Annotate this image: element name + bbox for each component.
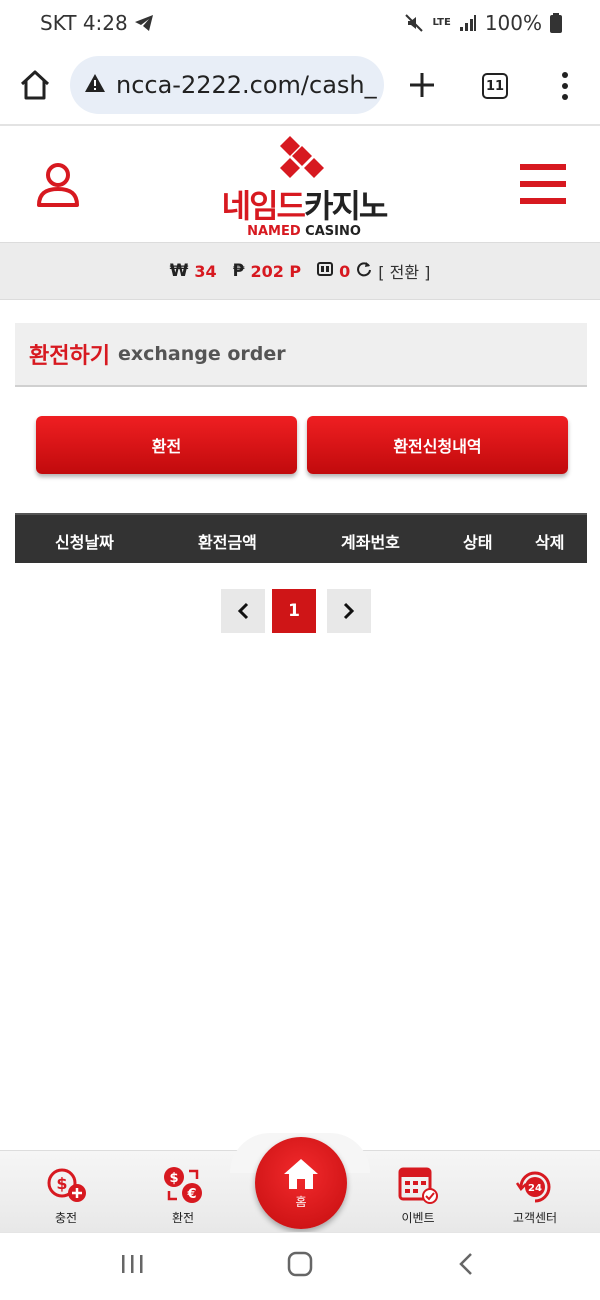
exchange-history-button[interactable]: 환전신청내역 xyxy=(307,416,568,474)
page-number-current[interactable]: 1 xyxy=(272,589,316,633)
prev-page-button[interactable] xyxy=(221,589,265,633)
lte-icon: LTE xyxy=(432,17,451,28)
new-tab-icon[interactable] xyxy=(405,68,439,106)
logo-english-red: NAMED xyxy=(247,224,301,239)
bottom-nav: $ 충전 $ € 환전 홈 이벤트 24 고객센터 xyxy=(0,1133,600,1232)
telegram-icon xyxy=(134,14,154,32)
browser-toolbar: ncca-2222.com/cash_ 11 xyxy=(0,46,600,126)
swap-button[interactable]: [ 전환 ] xyxy=(378,259,430,283)
site-header: 네임드카지노 NAMED CASINO xyxy=(0,128,600,242)
balance-bar: ₩ 34 ₱ 202 P 0 [ 전환 ] xyxy=(0,242,600,300)
house-icon xyxy=(284,1158,318,1189)
column-header-status: 상태 xyxy=(463,533,493,552)
nav-item-support[interactable]: 24 고객센터 xyxy=(495,1165,575,1226)
chevron-left-icon xyxy=(237,602,249,620)
column-header-amount: 환전금액 xyxy=(198,533,257,552)
battery-icon xyxy=(550,13,562,33)
column-header-account: 계좌번호 xyxy=(341,533,400,552)
nav-label-support: 고객센터 xyxy=(512,1211,558,1225)
chevron-right-icon xyxy=(343,602,355,620)
currency-exchange-icon: $ € xyxy=(164,1167,202,1203)
point-balance: 202 P xyxy=(250,261,302,281)
tab-switcher-button[interactable]: 11 xyxy=(482,73,508,99)
svg-text:$: $ xyxy=(56,1174,67,1193)
system-navigation-bar xyxy=(0,1232,600,1300)
more-options-icon[interactable] xyxy=(555,70,575,106)
won-icon: ₩ xyxy=(169,261,189,281)
chip-icon xyxy=(317,261,334,281)
svg-text:$: $ xyxy=(169,1171,178,1186)
signal-icon xyxy=(459,14,477,32)
nav-label-exchange: 환전 xyxy=(171,1211,195,1225)
nav-label-event: 이벤트 xyxy=(401,1211,435,1225)
column-header-delete: 삭제 xyxy=(535,533,565,552)
battery-text: 100% xyxy=(484,11,542,35)
chip-balance: 0 xyxy=(339,261,351,281)
refresh-icon[interactable] xyxy=(356,261,372,281)
logo-english-dark: CASINO xyxy=(300,224,361,239)
nav-item-event[interactable]: 이벤트 xyxy=(378,1165,458,1226)
support-24-icon: 24 xyxy=(515,1171,551,1203)
logo-korean: 네임드카지노 xyxy=(214,190,394,222)
won-balance: 34 xyxy=(194,261,217,281)
next-page-button[interactable] xyxy=(327,589,371,633)
column-header-date: 신청날짜 xyxy=(55,533,114,552)
svg-text:24: 24 xyxy=(528,1183,542,1194)
site-logo[interactable]: 네임드카지노 NAMED CASINO xyxy=(214,136,394,238)
page-title-korean: 환전하기 xyxy=(29,344,110,369)
svg-text:€: € xyxy=(186,1187,196,1202)
carrier-time: SKT 4:28 xyxy=(40,11,128,35)
logo-korean-dark: 카지노 xyxy=(304,187,388,225)
warning-icon[interactable] xyxy=(84,73,106,97)
nav-item-exchange[interactable]: $ € 환전 xyxy=(143,1165,223,1226)
status-bar: SKT 4:28 LTE 100% xyxy=(0,0,600,46)
address-bar[interactable]: ncca-2222.com/cash_ xyxy=(70,56,384,114)
user-icon[interactable] xyxy=(36,162,80,212)
url-text[interactable]: ncca-2222.com/cash_ xyxy=(116,71,377,99)
table-header: 신청날짜 환전금액 계좌번호 상태 삭제 xyxy=(15,513,587,563)
nav-item-home[interactable]: 홈 xyxy=(255,1137,347,1229)
hamburger-menu-icon[interactable] xyxy=(520,164,566,208)
mute-icon xyxy=(404,13,424,33)
nav-item-charge[interactable]: $ 충전 xyxy=(26,1165,106,1226)
point-icon: ₱ xyxy=(232,261,245,281)
coin-plus-icon: $ xyxy=(47,1168,86,1202)
recent-apps-icon[interactable] xyxy=(120,1251,144,1281)
nav-label-charge: 충전 xyxy=(54,1211,78,1225)
page-title-english: exchange order xyxy=(117,343,286,365)
back-icon[interactable] xyxy=(456,1251,476,1281)
home-circle-icon[interactable] xyxy=(286,1251,314,1281)
nav-label-home: 홈 xyxy=(295,1194,307,1209)
exchange-button[interactable]: 환전 xyxy=(36,416,297,474)
page-title: 환전하기 exchange order xyxy=(15,323,587,387)
logo-korean-red: 네임드 xyxy=(221,187,306,225)
home-icon[interactable] xyxy=(18,68,52,106)
page: SKT 4:28 LTE 100% ncca-2222.com/cash_ 11… xyxy=(0,0,600,1300)
logo-diamonds-icon xyxy=(280,136,324,178)
logo-english: NAMED CASINO xyxy=(214,225,394,238)
calendar-check-icon xyxy=(398,1167,438,1204)
